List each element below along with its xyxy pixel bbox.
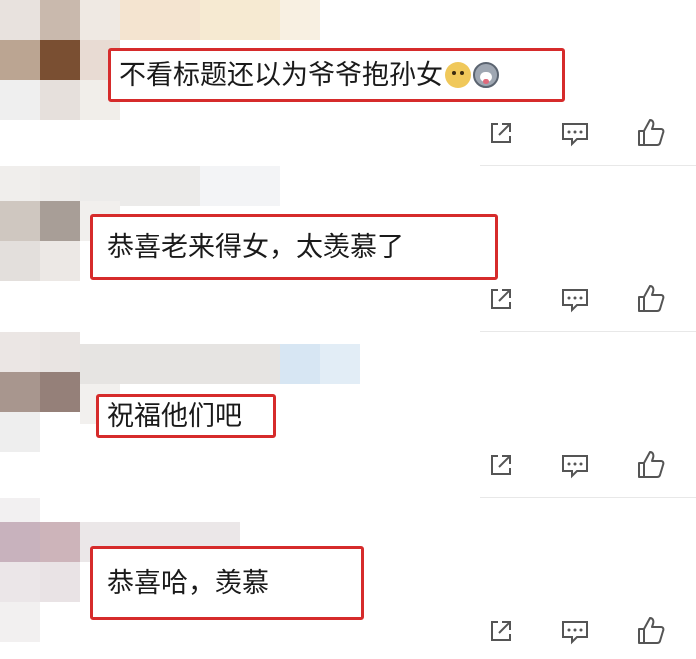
like-button[interactable] (633, 447, 669, 483)
husky-emoji-icon (473, 62, 499, 88)
reply-icon (562, 621, 588, 645)
like-button[interactable] (633, 115, 669, 151)
like-button[interactable] (633, 281, 669, 317)
reply-icon (562, 123, 588, 147)
share-icon (491, 289, 511, 309)
comment-item: 不看标题还以为爷爷抱孙女 (0, 0, 696, 166)
comment-item: 恭喜哈，羡慕 (0, 498, 696, 659)
like-icon (638, 451, 665, 478)
share-icon (491, 123, 511, 143)
like-icon (638, 119, 665, 146)
comment-text-box: 祝福他们吧 (96, 394, 276, 438)
reply-icon (562, 455, 588, 479)
comment-text: 恭喜哈，羡慕 (107, 567, 269, 599)
share-button[interactable] (483, 613, 519, 649)
share-icon (491, 621, 511, 641)
comment-item: 祝福他们吧 (0, 332, 696, 498)
reply-button[interactable] (557, 613, 593, 649)
like-icon (638, 285, 665, 312)
doge-emoji-icon (445, 62, 471, 88)
reply-button[interactable] (557, 447, 593, 483)
comment-text: 不看标题还以为爷爷抱孙女 (119, 59, 443, 91)
comment-item: 恭喜老来得女，太羡慕了 (0, 166, 696, 332)
like-icon (638, 617, 665, 644)
reply-button[interactable] (557, 281, 593, 317)
share-button[interactable] (483, 115, 519, 151)
like-button[interactable] (633, 613, 669, 649)
comment-text: 恭喜老来得女，太羡慕了 (107, 231, 404, 263)
reply-button[interactable] (557, 115, 593, 151)
comment-text-box: 不看标题还以为爷爷抱孙女 (108, 48, 565, 102)
comment-text-box: 恭喜老来得女，太羡慕了 (90, 214, 498, 280)
comment-text: 祝福他们吧 (107, 400, 242, 432)
share-icon (491, 455, 511, 475)
reply-icon (562, 289, 588, 313)
comment-text-box: 恭喜哈，羡慕 (90, 546, 364, 620)
share-button[interactable] (483, 447, 519, 483)
share-button[interactable] (483, 281, 519, 317)
